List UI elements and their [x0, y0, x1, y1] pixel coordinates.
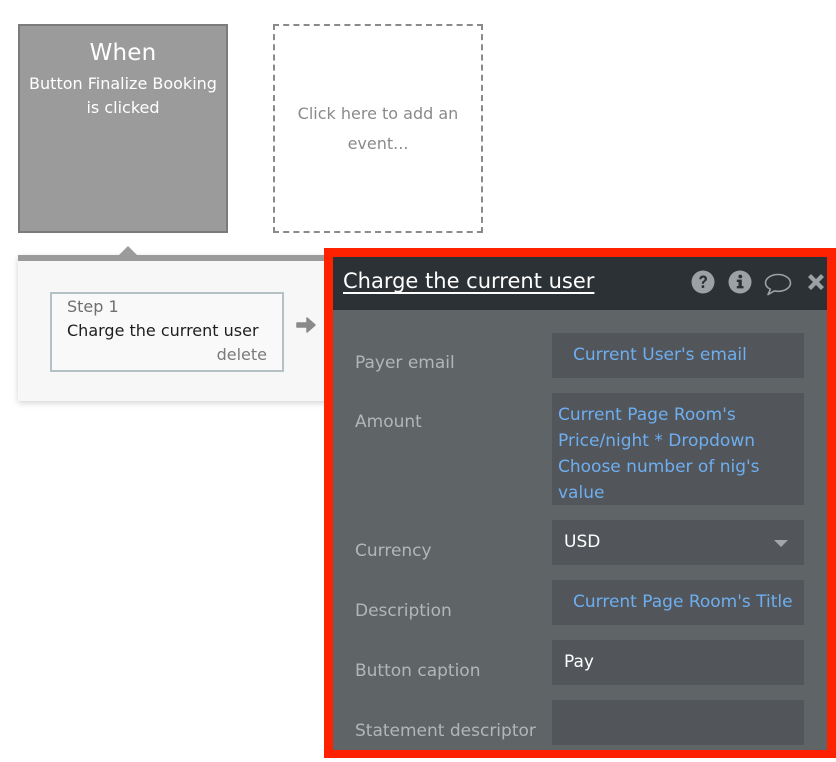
- description-value: Current Page Room's Title: [573, 592, 793, 612]
- currency-label: Currency: [355, 541, 432, 561]
- panel-top-bar: [18, 255, 338, 261]
- chevron-down-icon: [774, 540, 788, 547]
- currency-dropdown[interactable]: USD: [552, 520, 804, 565]
- description-field[interactable]: Current Page Room's Title: [552, 580, 804, 625]
- amount-field[interactable]: Current Page Room's Price/night * Dropdo…: [552, 393, 804, 505]
- event-trigger-card[interactable]: When Button Finalize Booking is clicked: [18, 24, 228, 233]
- payer-email-label: Payer email: [355, 353, 455, 373]
- step-number: Step 1: [67, 297, 119, 316]
- add-event-label: Click here to add an event...: [297, 103, 459, 153]
- button-caption-label: Button caption: [355, 661, 481, 681]
- statement-descriptor-label: Statement descriptor: [355, 721, 536, 741]
- button-caption-value: Pay: [564, 652, 594, 672]
- amount-label: Amount: [355, 412, 422, 432]
- trigger-heading: When: [89, 40, 157, 66]
- trigger-description: Button Finalize Booking is clicked: [29, 74, 217, 117]
- editor-header: Charge the current user: [333, 257, 827, 310]
- button-caption-field[interactable]: Pay: [552, 640, 804, 685]
- step-card[interactable]: Step 1 Charge the current user delete: [50, 292, 284, 372]
- editor-title[interactable]: Charge the current user: [343, 269, 594, 293]
- description-label: Description: [355, 601, 452, 621]
- payer-email-field[interactable]: Current User's email: [552, 333, 804, 378]
- amount-value: Current Page Room's Price/night * Dropdo…: [558, 405, 760, 503]
- statement-descriptor-field[interactable]: [552, 700, 804, 745]
- panel-pointer: [118, 246, 138, 256]
- currency-value: USD: [564, 532, 601, 552]
- help-icon[interactable]: [691, 270, 715, 294]
- info-icon[interactable]: [728, 270, 752, 294]
- close-icon[interactable]: [804, 270, 828, 294]
- arrow-right-icon[interactable]: [295, 314, 317, 336]
- step-delete-link[interactable]: delete: [217, 345, 267, 364]
- action-editor-panel: Charge the current user Payer email Curr…: [324, 248, 836, 758]
- step-title: Charge the current user: [67, 321, 259, 340]
- workflow-steps-panel: Step 1 Charge the current user delete: [18, 246, 338, 401]
- payer-email-value: Current User's email: [573, 345, 747, 365]
- comment-icon[interactable]: [763, 272, 793, 296]
- add-event-button[interactable]: Click here to add an event...: [273, 24, 483, 233]
